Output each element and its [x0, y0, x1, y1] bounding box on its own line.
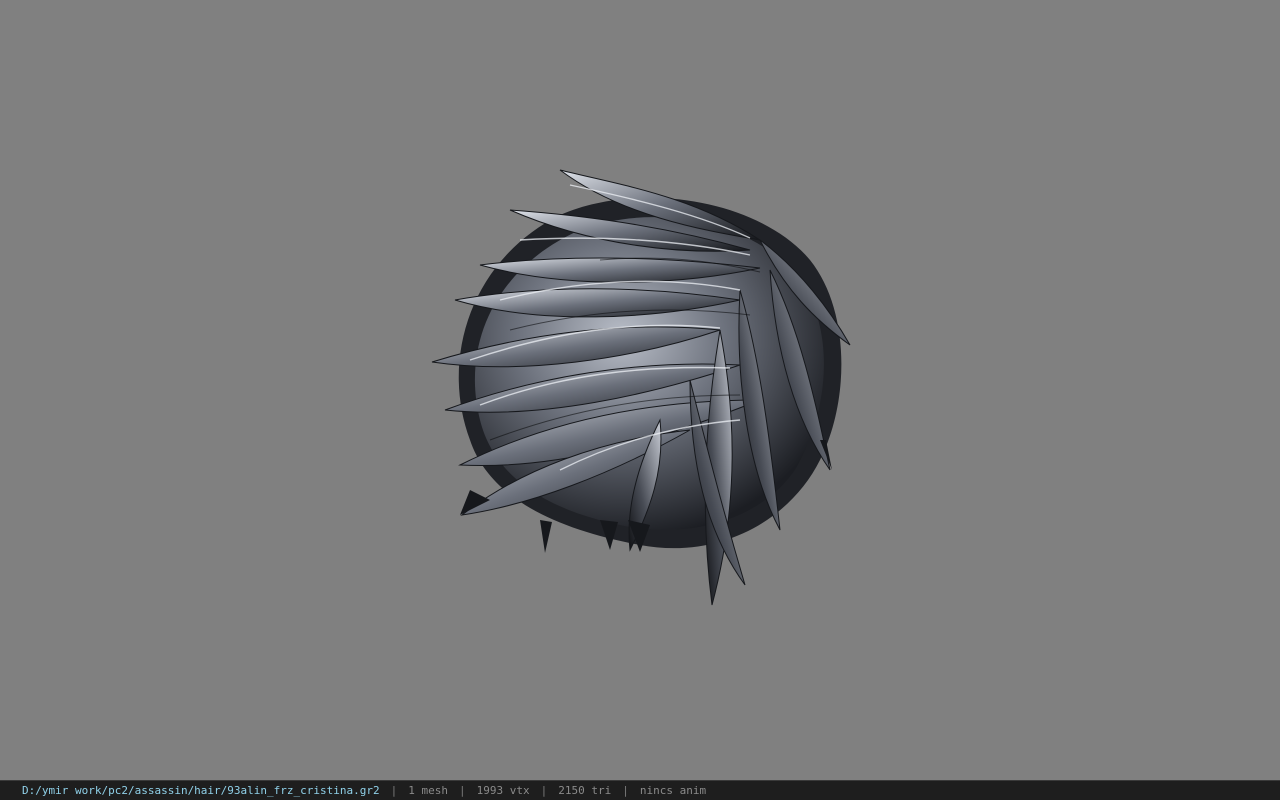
3d-viewport[interactable] — [0, 0, 1280, 780]
status-bar: D:/ymir work/pc2/assassin/hair/93alin_fr… — [0, 780, 1280, 800]
status-separator: | — [540, 784, 548, 797]
file-path-label: D:/ymir work/pc2/assassin/hair/93alin_fr… — [22, 784, 380, 797]
triangle-count-label: 2150 tri — [558, 784, 612, 797]
status-separator: | — [622, 784, 629, 797]
status-separator: | — [459, 784, 466, 797]
hair-model-render — [431, 169, 851, 606]
animation-status-label: nincs anim — [639, 784, 707, 797]
status-separator: | — [390, 784, 398, 797]
vertex-count-label: 1993 vtx — [476, 784, 530, 797]
mesh-count-label: 1 mesh — [408, 784, 448, 797]
